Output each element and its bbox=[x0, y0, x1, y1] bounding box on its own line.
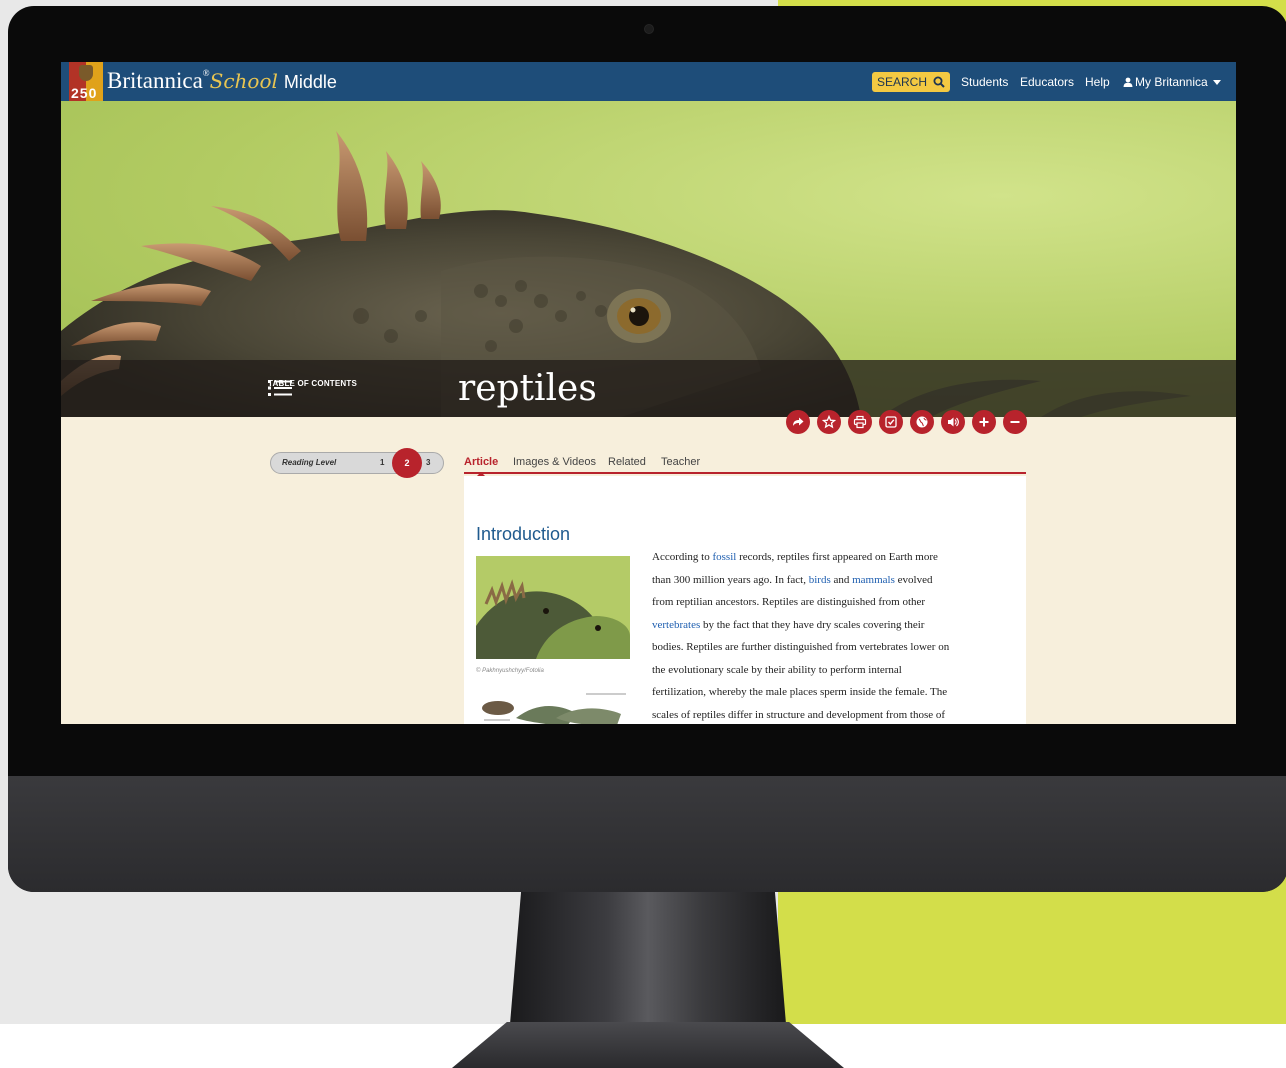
translate-icon bbox=[916, 416, 928, 428]
cite-button[interactable] bbox=[879, 410, 903, 434]
paragraph-line: According to fossil records, reptiles fi… bbox=[652, 546, 1014, 569]
paragraph-text: scales of reptiles differ in structure a… bbox=[652, 708, 946, 721]
link-birds[interactable]: birds bbox=[809, 574, 831, 586]
iguana-pair-image[interactable] bbox=[476, 556, 630, 659]
tab-related[interactable]: Related bbox=[608, 456, 646, 468]
browser-screen: 250 Britannica®School Middle SEARCH Stude… bbox=[61, 62, 1236, 724]
paragraph-line: vertebrates by the fact that they have d… bbox=[652, 614, 1014, 637]
paragraph-text: and bbox=[830, 573, 853, 586]
brand-registered-mark: ® bbox=[202, 68, 210, 78]
brand-school: School bbox=[209, 69, 278, 93]
article-paragraph: According to fossil records, reptiles fi… bbox=[652, 546, 1014, 724]
read-aloud-button[interactable] bbox=[941, 410, 965, 434]
reading-level-2-selected[interactable]: 2 bbox=[392, 448, 422, 478]
figure-credit: © Pakhnyushchyy/Fotolia bbox=[476, 668, 544, 674]
table-of-contents-button[interactable]: TABLE OF CONTENTS bbox=[268, 379, 357, 396]
link-vertebrates[interactable]: vertebrates bbox=[652, 619, 700, 631]
monitor-stand-base bbox=[452, 1022, 844, 1068]
paragraph-text: than 300 million years ago. In fact, bbox=[652, 573, 809, 586]
iguana-pair-photo bbox=[476, 556, 630, 659]
cite-icon bbox=[885, 416, 897, 428]
paragraph-text: According to bbox=[652, 551, 713, 563]
search-icon bbox=[933, 76, 945, 88]
tab-article[interactable]: Article bbox=[464, 456, 498, 477]
audio-icon bbox=[948, 417, 959, 427]
search-button[interactable]: SEARCH bbox=[872, 72, 950, 92]
brand-level: Middle bbox=[283, 72, 337, 92]
nav-link-students[interactable]: Students bbox=[961, 75, 1008, 89]
hero-banner: TABLE OF CONTENTS reptiles bbox=[61, 101, 1236, 417]
share-button[interactable] bbox=[786, 410, 810, 434]
paragraph-text: bodies. Reptiles are further distinguish… bbox=[652, 641, 950, 653]
my-britannica-menu[interactable]: My Britannica bbox=[1123, 75, 1221, 89]
monitor-stand-neck bbox=[510, 892, 786, 1024]
article-toolbar bbox=[786, 410, 1027, 434]
increase-text-button[interactable] bbox=[972, 410, 996, 434]
britannica-250-logo-icon[interactable]: 250 bbox=[69, 62, 103, 101]
paragraph-line: scales of reptiles differ in structure a… bbox=[652, 704, 1014, 725]
print-icon bbox=[853, 415, 867, 429]
reading-level-1[interactable]: 1 bbox=[380, 458, 384, 467]
user-icon bbox=[1123, 77, 1133, 87]
zoom-in-icon bbox=[979, 417, 989, 427]
paragraph-text: evolved bbox=[894, 573, 933, 586]
reading-level-3[interactable]: 3 bbox=[426, 458, 430, 467]
decrease-text-button[interactable] bbox=[1003, 410, 1027, 434]
reptile-illustration-image[interactable] bbox=[476, 688, 630, 724]
chevron-down-icon bbox=[1212, 80, 1221, 86]
title-band: TABLE OF CONTENTS reptiles bbox=[61, 360, 1236, 417]
link-mammals[interactable]: mammals bbox=[852, 574, 895, 586]
reptile-illustration bbox=[482, 693, 626, 724]
camera-icon bbox=[644, 24, 654, 34]
paragraph-line: fertilization, whereby the male places s… bbox=[652, 681, 1014, 704]
link-fossil[interactable]: fossil bbox=[712, 551, 736, 563]
favorite-button[interactable] bbox=[817, 410, 841, 434]
paragraph-line: than 300 million years ago. In fact, bir… bbox=[652, 569, 1014, 592]
section-heading-introduction: Introduction bbox=[476, 524, 571, 544]
paragraph-text: by the fact that they have dry scales co… bbox=[700, 618, 925, 631]
paragraph-text: records, reptiles first appeared on Eart… bbox=[736, 551, 938, 563]
paragraph-line: from reptilian ancestors. Reptiles are d… bbox=[652, 591, 1014, 614]
crest-icon bbox=[79, 65, 93, 81]
translate-button[interactable] bbox=[910, 410, 934, 434]
reading-level-selector: Reading Level 1 2 3 bbox=[270, 448, 444, 478]
paragraph-text: from reptilian ancestors. Reptiles are d… bbox=[652, 596, 926, 608]
page-title: reptiles bbox=[458, 368, 597, 409]
top-navbar: 250 Britannica®School Middle SEARCH Stude… bbox=[61, 62, 1236, 101]
tab-teacher[interactable]: Teacher bbox=[661, 456, 700, 468]
monitor-chin bbox=[8, 776, 1286, 892]
paragraph-text: fertilization, whereby the male places s… bbox=[652, 686, 948, 698]
article-tabs: Article Images & Videos Related Teacher bbox=[464, 454, 1026, 477]
nav-link-educators[interactable]: Educators bbox=[1020, 75, 1074, 89]
article-body: Introduction © Pakhnyushchyy/Fotolia Acc… bbox=[464, 476, 1026, 724]
search-label: SEARCH bbox=[876, 75, 927, 89]
share-icon bbox=[793, 417, 804, 426]
print-button[interactable] bbox=[848, 410, 872, 434]
logo-number: 250 bbox=[71, 85, 98, 101]
reading-level-label: Reading Level bbox=[282, 458, 337, 467]
nav-link-help[interactable]: Help bbox=[1085, 75, 1110, 89]
brand-logo[interactable]: Britannica®School Middle bbox=[107, 68, 337, 94]
my-britannica-label: My Britannica bbox=[1135, 75, 1208, 89]
star-icon bbox=[822, 415, 836, 429]
zoom-out-icon bbox=[1010, 421, 1020, 423]
paragraph-text: the evolutionary scale by their ability … bbox=[652, 663, 902, 676]
paragraph-line: bodies. Reptiles are further distinguish… bbox=[652, 636, 1014, 659]
brand-name: Britannica bbox=[107, 68, 203, 93]
paragraph-line: the evolutionary scale by their ability … bbox=[652, 659, 1014, 682]
tab-images-videos[interactable]: Images & Videos bbox=[513, 456, 596, 468]
list-icon bbox=[268, 380, 292, 396]
